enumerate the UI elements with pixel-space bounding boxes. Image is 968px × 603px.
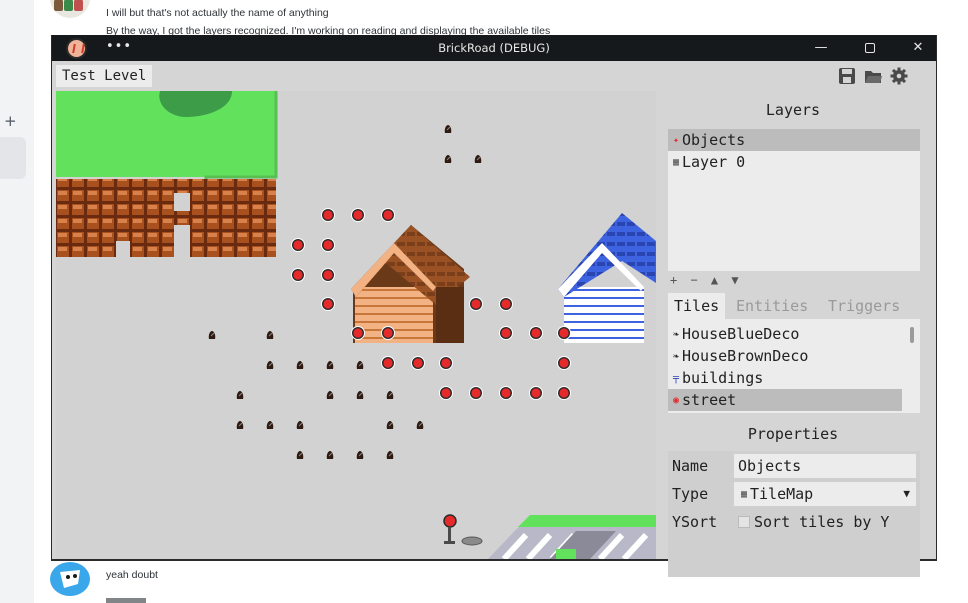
tile-label: buildings — [682, 369, 764, 387]
add-server-button[interactable]: + — [4, 112, 17, 130]
maximize-icon — [865, 42, 875, 53]
tab-triggers[interactable]: Triggers — [822, 293, 906, 319]
chat-username-fragment — [106, 598, 146, 603]
gear-icon[interactable] — [890, 67, 908, 85]
window-title: BrickRoad (DEBUG) — [438, 41, 550, 55]
minimize-button[interactable]: — — [807, 37, 835, 59]
panel-tabs: Tiles Entities Triggers — [668, 293, 920, 319]
open-folder-icon[interactable] — [864, 67, 882, 85]
layers-list[interactable]: ✦ Objects ▦ Layer 0 — [668, 129, 920, 271]
bush-icon: ❧ — [672, 328, 680, 340]
user-avatar-top[interactable] — [50, 0, 90, 18]
layers-heading: Layers — [765, 101, 821, 119]
grid-icon: ▦ — [672, 156, 680, 168]
inspector-panel: Layers ✦ Objects ▦ Layer 0 + − ▲ ▼ Tiles E… — [664, 91, 922, 577]
layer-tools[interactable]: + − ▲ ▼ — [670, 273, 742, 287]
maximize-button[interactable] — [856, 37, 884, 59]
tile-label: street — [682, 391, 737, 409]
tile-item-houseblue[interactable]: ❧ HouseBlueDeco — [668, 323, 920, 345]
manhole-cover — [461, 536, 483, 546]
type-select[interactable]: ▦ TileMap ▼ — [734, 482, 916, 506]
tab-entities[interactable]: Entities — [730, 293, 814, 319]
blue-house — [558, 213, 656, 343]
chat-message: yeah doubt — [106, 569, 158, 581]
road-corner — [488, 515, 656, 559]
layer-item-objects[interactable]: ✦ Objects — [668, 129, 920, 151]
server-sidebar — [0, 0, 34, 603]
user-avatar-bottom[interactable] — [50, 562, 90, 596]
brown-house — [351, 225, 470, 343]
building-tile-icon: ╤ — [672, 372, 680, 384]
level-canvas[interactable] — [56, 91, 656, 559]
save-icon[interactable] — [838, 67, 856, 85]
tiles-scrollbar[interactable] — [910, 327, 914, 343]
channel-slot[interactable] — [0, 137, 26, 179]
tile-item-street[interactable]: ◉ street — [668, 389, 902, 411]
street-lamp — [443, 514, 457, 544]
red-marker-icon: ◉ — [672, 394, 680, 406]
ysort-label: YSort — [672, 513, 718, 531]
name-input[interactable]: Objects — [734, 454, 916, 478]
level-tab[interactable]: Test Level — [56, 65, 153, 87]
tiles-list[interactable]: ❧ HouseBlueDeco ❧ HouseBrownDeco ╤ building… — [668, 319, 920, 413]
chat-message: I will but that's not actually the name … — [106, 7, 329, 19]
name-label: Name — [672, 457, 709, 475]
properties-heading: Properties — [747, 425, 839, 443]
ysort-text: Sort tiles by Y — [754, 513, 890, 531]
layer-label: Layer 0 — [682, 153, 746, 171]
tile-item-buildings[interactable]: ╤ buildings — [668, 367, 920, 389]
bush-icon: ❧ — [672, 350, 680, 362]
title-bar[interactable]: ••• BrickRoad (DEBUG) — ✕ — [52, 35, 936, 61]
properties-box: Name Objects Type ▦ TileMap ▼ YSort Sort … — [668, 451, 920, 577]
type-label: Type — [672, 485, 709, 503]
chevron-down-icon: ▼ — [903, 487, 910, 500]
grid-icon: ▦ — [740, 488, 748, 500]
tile-label: HouseBlueDeco — [682, 325, 800, 343]
checkbox-icon[interactable] — [738, 516, 750, 528]
tab-tiles[interactable]: Tiles — [668, 293, 726, 319]
tile-label: HouseBrownDeco — [682, 347, 809, 365]
object-pin-icon: ✦ — [672, 134, 680, 146]
close-button[interactable]: ✕ — [904, 37, 932, 59]
ysort-checkbox[interactable]: Sort tiles by Y — [738, 513, 889, 531]
brickroad-window: ••• BrickRoad (DEBUG) — ✕ Test Level Lay… — [51, 35, 937, 577]
layer-item-layer-0[interactable]: ▦ Layer 0 — [668, 151, 920, 173]
tile-item-housebrown[interactable]: ❧ HouseBrownDeco — [668, 345, 920, 367]
layer-label: Objects — [682, 131, 746, 149]
type-value: TileMap — [750, 485, 814, 503]
